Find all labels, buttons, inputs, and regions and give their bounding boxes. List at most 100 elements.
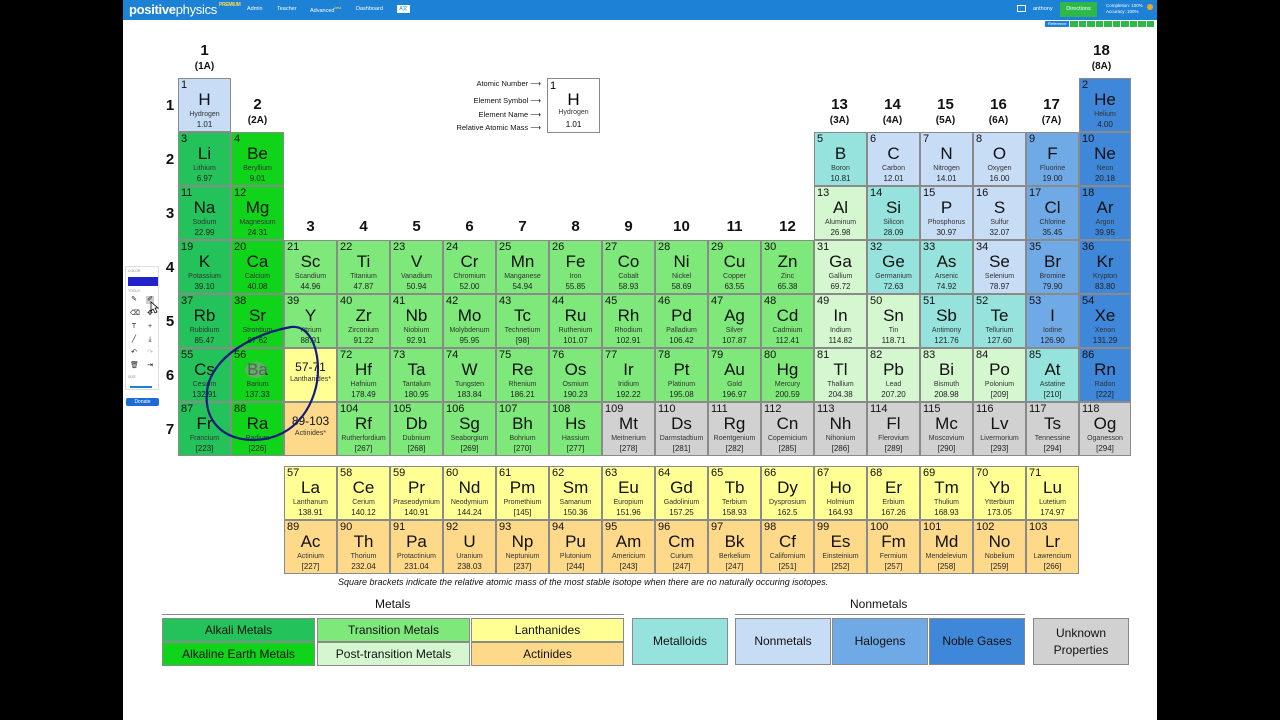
- element-tile-sr[interactable]: 38 Sr Strontium 87.62: [231, 294, 284, 348]
- element-tile-ba[interactable]: 56 Ba Barium 137.33: [231, 348, 284, 402]
- element-tile-ar[interactable]: 18 Ar Argon 39.95: [1079, 186, 1131, 240]
- text-icon[interactable]: T: [130, 323, 138, 331]
- element-tile-i[interactable]: 53 I Iodine 126.90: [1026, 294, 1079, 348]
- element-tile-hg[interactable]: 80 Hg Mercury 200.59: [761, 348, 814, 402]
- element-tile-os[interactable]: 76 Os Osmium 190.23: [549, 348, 602, 402]
- element-tile-se[interactable]: 34 Se Selenium 78.97: [973, 240, 1026, 294]
- element-tile-as[interactable]: 33 As Arsenic 74.92: [920, 240, 973, 294]
- site-logo[interactable]: positivephysics PREMIUM: [129, 2, 241, 17]
- element-tile-lu[interactable]: 71 Lu Lutetium 174.97: [1026, 466, 1079, 520]
- element-tile-zn[interactable]: 30 Zn Zinc 65.38: [761, 240, 814, 294]
- element-tile-cd[interactable]: 48 Cd Cadmium 112.41: [761, 294, 814, 348]
- element-tile-pr[interactable]: 59 Pr Praseodymium 140.91: [390, 466, 443, 520]
- crosshair-icon[interactable]: +: [146, 323, 154, 331]
- pen-icon[interactable]: ✎: [130, 296, 138, 304]
- element-tile-bi[interactable]: 83 Bi Bismuth 208.98: [920, 348, 973, 402]
- element-tile-57-71[interactable]: 57-71 Lanthanides*: [284, 348, 337, 402]
- line-icon[interactable]: ╱: [130, 336, 138, 344]
- element-tile-dy[interactable]: 66 Dy Dysprosium 162.5: [761, 466, 814, 520]
- element-tile-na[interactable]: 11 Na Sodium 22.99: [178, 186, 231, 240]
- element-tile-mc[interactable]: 115 Mc Moscovium [290]: [920, 402, 973, 456]
- element-tile-br[interactable]: 35 Br Bromine 79.90: [1026, 240, 1079, 294]
- element-tile-he[interactable]: 2 He Helium 4.00: [1079, 78, 1131, 132]
- username[interactable]: anthony: [1033, 6, 1053, 12]
- element-tile-md[interactable]: 101 Md Mendelevium [258]: [920, 520, 973, 574]
- element-tile-pb[interactable]: 82 Pb Lead 207.20: [867, 348, 920, 402]
- undo-icon[interactable]: ↶: [130, 349, 138, 357]
- element-tile-w[interactable]: 74 W Tungsten 183.84: [443, 348, 496, 402]
- element-tile-ne[interactable]: 10 Ne Neon 20.18: [1079, 132, 1131, 186]
- element-tile-sm[interactable]: 62 Sm Samarium 150.36: [549, 466, 602, 520]
- element-tile-f[interactable]: 9 F Fluorine 19.00: [1026, 132, 1079, 186]
- element-tile-k[interactable]: 19 K Potassium 39.10: [178, 240, 231, 294]
- legend-alkaline-earth-metals[interactable]: Alkaline Earth Metals: [162, 642, 315, 666]
- nav-advanced[interactable]: Advancedbeta: [310, 6, 341, 14]
- element-tile-pu[interactable]: 94 Pu Plutonium [244]: [549, 520, 602, 574]
- question-cell[interactable]: [1103, 21, 1112, 27]
- element-tile-yb[interactable]: 70 Yb Ytterbium 173.05: [973, 466, 1026, 520]
- element-tile-rh[interactable]: 45 Rh Rhodium 102.91: [602, 294, 655, 348]
- element-tile-cr[interactable]: 24 Cr Chromium 52.00: [443, 240, 496, 294]
- element-tile-bk[interactable]: 97 Bk Berkelium [247]: [708, 520, 761, 574]
- element-tile-np[interactable]: 93 Np Neptunium [237]: [496, 520, 549, 574]
- element-tile-no[interactable]: 102 No Nobelium [259]: [973, 520, 1026, 574]
- legend-lanthanides[interactable]: Lanthanides: [471, 618, 624, 642]
- question-cell[interactable]: [1128, 21, 1138, 27]
- question-cell[interactable]: [1086, 21, 1095, 27]
- element-tile-hs[interactable]: 108 Hs Hassium [277]: [549, 402, 602, 456]
- question-cell[interactable]: [1137, 21, 1146, 27]
- legend-post-transition-metals[interactable]: Post-transition Metals: [317, 642, 470, 666]
- element-tile-89-103[interactable]: 89-103 Actinides*: [284, 402, 337, 456]
- element-tile-fe[interactable]: 26 Fe Iron 55.85: [549, 240, 602, 294]
- element-tile-re[interactable]: 75 Re Rhenium 186.21: [496, 348, 549, 402]
- element-tile-cl[interactable]: 17 Cl Chlorine 35.45: [1026, 186, 1079, 240]
- eraser-icon[interactable]: ⌫: [130, 310, 140, 318]
- legend-noble-gases[interactable]: Noble Gases: [929, 618, 1025, 665]
- element-tile-lr[interactable]: 103 Lr Lawrencium [266]: [1026, 520, 1079, 574]
- element-tile-ra[interactable]: 88 Ra Radium [226]: [231, 402, 284, 456]
- element-tile-b[interactable]: 5 B Boron 10.81: [814, 132, 867, 186]
- legend-transition-metals[interactable]: Transition Metals: [317, 618, 470, 642]
- element-tile-tm[interactable]: 69 Tm Thulium 168.93: [920, 466, 973, 520]
- element-tile-sc[interactable]: 21 Sc Scandium 44.96: [284, 240, 337, 294]
- element-tile-pt[interactable]: 78 Pt Platinum 195.08: [655, 348, 708, 402]
- element-tile-at[interactable]: 85 At Astatine [210]: [1026, 348, 1079, 402]
- reference-button[interactable]: Reference: [1045, 21, 1070, 27]
- element-tile-cu[interactable]: 29 Cu Copper 63.55: [708, 240, 761, 294]
- element-tile-nh[interactable]: 113 Nh Nihonium [286]: [814, 402, 867, 456]
- element-tile-y[interactable]: 39 Y Yttrium 88.91: [284, 294, 337, 348]
- element-tile-in[interactable]: 49 In Indium 114.82: [814, 294, 867, 348]
- element-tile-rn[interactable]: 86 Rn Radon [222]: [1079, 348, 1131, 402]
- element-tile-s[interactable]: 16 S Sulfur 32.07: [973, 186, 1026, 240]
- question-cell[interactable]: [1069, 21, 1078, 27]
- element-tile-fr[interactable]: 87 Fr Francium [223]: [178, 402, 231, 456]
- element-tile-ds[interactable]: 110 Ds Darmstadtium [281]: [655, 402, 708, 456]
- element-tile-rb[interactable]: 37 Rb Rubidium 85.47: [178, 294, 231, 348]
- element-tile-c[interactable]: 6 C Carbon 12.01: [867, 132, 920, 186]
- element-tile-es[interactable]: 99 Es Einsteinium [252]: [814, 520, 867, 574]
- element-tile-th[interactable]: 90 Th Thorium 232.04: [337, 520, 390, 574]
- element-tile-tb[interactable]: 65 Tb Terbium 158.93: [708, 466, 761, 520]
- element-tile-ce[interactable]: 58 Ce Cerium 140.12: [337, 466, 390, 520]
- element-tile-rg[interactable]: 111 Rg Roentgenium [282]: [708, 402, 761, 456]
- element-tile-pm[interactable]: 61 Pm Promethium [145]: [496, 466, 549, 520]
- question-cell[interactable]: [1094, 21, 1104, 27]
- element-tile-pa[interactable]: 91 Pa Protactinium 231.04: [390, 520, 443, 574]
- directions-button[interactable]: Directions: [1060, 2, 1097, 17]
- element-tile-gd[interactable]: 64 Gd Gadolinium 157.25: [655, 466, 708, 520]
- element-tile-v[interactable]: 23 V Vanadium 50.94: [390, 240, 443, 294]
- element-tile-cf[interactable]: 98 Cf Californium [251]: [761, 520, 814, 574]
- element-tile-sb[interactable]: 51 Sb Antimony 121.76: [920, 294, 973, 348]
- element-tile-ru[interactable]: 44 Ru Ruthenium 101.07: [549, 294, 602, 348]
- pen-color-swatch[interactable]: [128, 277, 158, 286]
- element-tile-au[interactable]: 79 Au Gold 196.97: [708, 348, 761, 402]
- element-tile-mn[interactable]: 25 Mn Manganese 54.94: [496, 240, 549, 294]
- question-cell[interactable]: [1111, 21, 1121, 27]
- element-tile-p[interactable]: 15 P Phosphorus 30.97: [920, 186, 973, 240]
- element-tile-mt[interactable]: 109 Mt Meitnerium [278]: [602, 402, 655, 456]
- donate-button[interactable]: Donate: [126, 398, 159, 406]
- trash-icon[interactable]: 🗑: [130, 362, 139, 370]
- element-tile-h[interactable]: 1 H Hydrogen 1.01: [178, 78, 231, 132]
- element-tile-bh[interactable]: 107 Bh Bohrium [270]: [496, 402, 549, 456]
- element-tile-o[interactable]: 8 O Oxygen 16.00: [973, 132, 1026, 186]
